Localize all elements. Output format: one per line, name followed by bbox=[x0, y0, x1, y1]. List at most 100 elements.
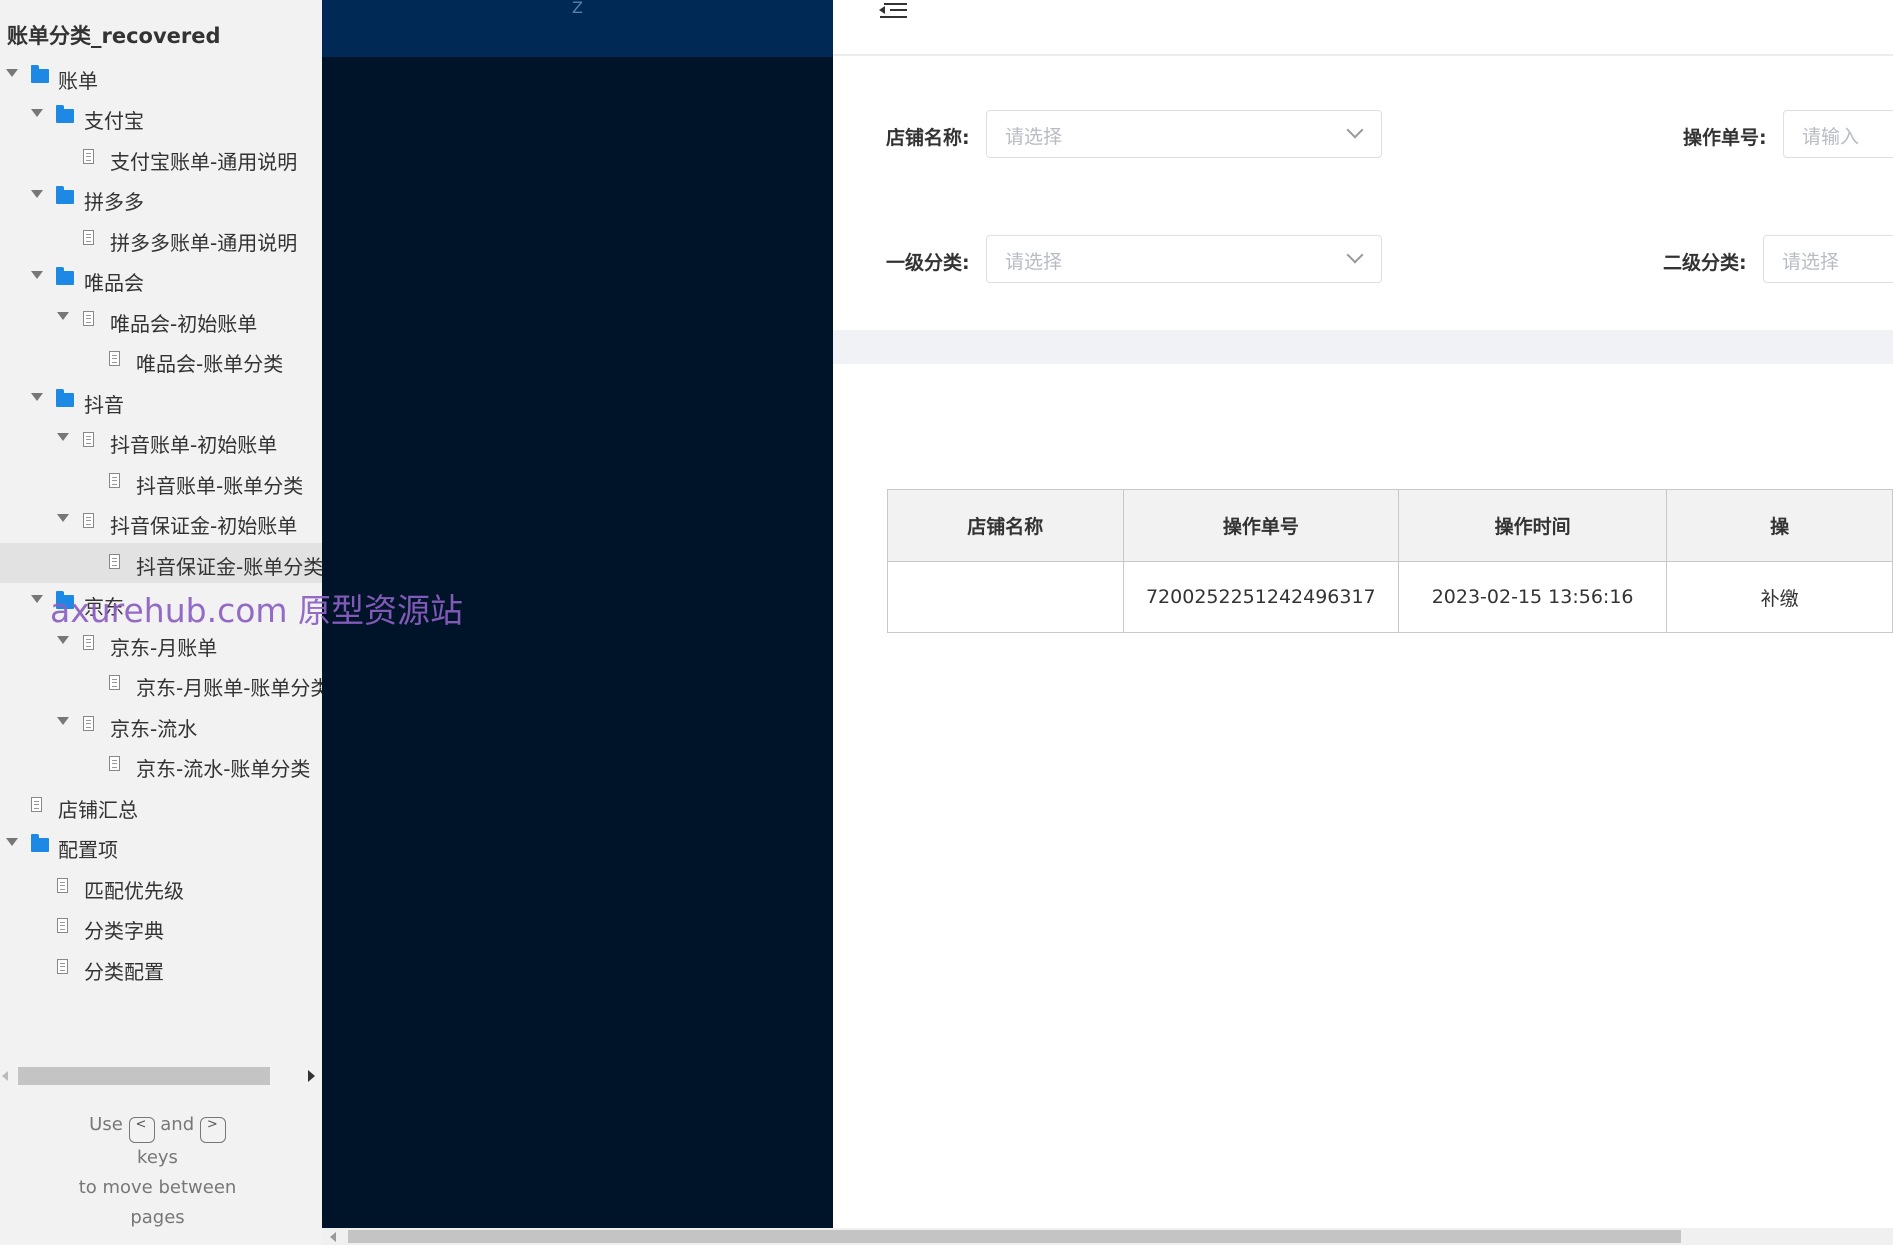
chevron-down-icon bbox=[1346, 121, 1364, 139]
column-header[interactable]: 操作单号 bbox=[1122, 489, 1400, 562]
tree-node-label: 支付宝账单-通用说明 bbox=[110, 150, 298, 174]
hint-text: pages bbox=[130, 1207, 185, 1228]
page-icon bbox=[83, 716, 94, 731]
page-icon bbox=[83, 432, 94, 447]
column-header[interactable]: 店铺名称 bbox=[887, 489, 1124, 562]
tree-node-vipshop[interactable]: 唯品会 bbox=[0, 259, 322, 299]
folder-icon bbox=[31, 65, 49, 83]
tree-node-douyin-classify[interactable]: 抖音账单-账单分类 bbox=[0, 462, 322, 502]
data-table: 店铺名称 操作单号 操作时间 操 7200252251242496317 202… bbox=[887, 489, 1893, 633]
scrollbar-thumb[interactable] bbox=[348, 1230, 1681, 1243]
tree-node-jd-flow[interactable]: 京东-流水 bbox=[0, 705, 322, 745]
caret-down-icon[interactable] bbox=[31, 271, 43, 279]
tree-node-jd-monthly-classify[interactable]: 京东-月账单-账单分类 bbox=[0, 664, 322, 704]
page-icon bbox=[109, 473, 120, 488]
tree-node-pinduoduo[interactable]: 拼多多 bbox=[0, 178, 322, 218]
sitemap-horizontal-scrollbar[interactable] bbox=[0, 1065, 322, 1087]
scroll-left-icon[interactable] bbox=[330, 1232, 336, 1242]
tree-node-douyin[interactable]: 抖音 bbox=[0, 381, 322, 421]
section-divider bbox=[833, 330, 1893, 364]
folder-icon bbox=[56, 389, 74, 407]
folder-icon bbox=[56, 105, 74, 123]
table-cell: 7200252251242496317 bbox=[1122, 561, 1400, 633]
caret-down-icon[interactable] bbox=[6, 69, 18, 77]
caret-down-icon[interactable] bbox=[57, 717, 69, 725]
column-header[interactable]: 操 bbox=[1666, 489, 1893, 562]
tree-node-label: 抖音 bbox=[84, 393, 124, 417]
tree-node-douyin-deposit-initial[interactable]: 抖音保证金-初始账单 bbox=[0, 502, 322, 542]
input-placeholder: 请输入 bbox=[1802, 126, 1860, 148]
store-name-label: 店铺名称: bbox=[886, 127, 970, 149]
tree-node-label: 分类字典 bbox=[84, 919, 164, 943]
select-placeholder: 请选择 bbox=[1782, 251, 1840, 273]
level1-category-select[interactable]: 请选择 bbox=[986, 235, 1382, 283]
scrollbar-thumb[interactable] bbox=[18, 1067, 270, 1085]
table-cell: 2023-02-15 13:56:16 bbox=[1398, 561, 1668, 633]
main-content: 店铺名称: 请选择 操作单号: 请输入 一级分类: 请选择 二级分类: 请选择 … bbox=[833, 0, 1893, 1228]
tree-node-bills[interactable]: 账单 bbox=[0, 57, 322, 97]
tree-node-category-dict[interactable]: 分类字典 bbox=[0, 907, 322, 947]
tree-node-vipshop-initial[interactable]: 唯品会-初始账单 bbox=[0, 300, 322, 340]
tree-node-label: 抖音账单-账单分类 bbox=[136, 474, 304, 498]
op-no-input[interactable]: 请输入 bbox=[1783, 110, 1893, 158]
caret-down-icon[interactable] bbox=[57, 312, 69, 320]
tree-node-match-priority[interactable]: 匹配优先级 bbox=[0, 867, 322, 907]
tree-node-douyin-initial[interactable]: 抖音账单-初始账单 bbox=[0, 421, 322, 461]
tree-node-label: 抖音账单-初始账单 bbox=[110, 433, 278, 457]
hint-text: keys bbox=[137, 1147, 178, 1168]
caret-down-icon[interactable] bbox=[31, 595, 43, 603]
caret-down-icon[interactable] bbox=[31, 393, 43, 401]
folder-icon bbox=[56, 267, 74, 285]
caret-down-icon[interactable] bbox=[57, 636, 69, 644]
tree-node-label: 支付宝 bbox=[84, 109, 144, 133]
top-bar bbox=[833, 0, 1893, 56]
level2-category-label: 二级分类: bbox=[1663, 252, 1747, 274]
hint-text: to move between bbox=[78, 1177, 237, 1198]
folder-icon bbox=[31, 834, 49, 852]
page-icon bbox=[83, 513, 94, 528]
caret-down-icon[interactable] bbox=[57, 514, 69, 522]
tree-node-label: 京东-流水-账单分类 bbox=[136, 757, 311, 781]
page-icon bbox=[57, 918, 68, 933]
store-name-select[interactable]: 请选择 bbox=[986, 110, 1382, 158]
prev-key-icon: < bbox=[128, 1117, 155, 1143]
caret-down-icon[interactable] bbox=[6, 838, 18, 846]
tree-node-label: 京东-流水 bbox=[110, 717, 198, 741]
dark-nav-header: Z bbox=[322, 0, 833, 57]
level2-category-select[interactable]: 请选择 bbox=[1763, 235, 1893, 283]
folder-icon bbox=[56, 186, 74, 204]
table-row: 7200252251242496317 2023-02-15 13:56:16 … bbox=[887, 561, 1893, 633]
chevron-down-icon bbox=[1346, 246, 1364, 264]
table-cell: 补缴 bbox=[1666, 561, 1893, 633]
column-header[interactable]: 操作时间 bbox=[1398, 489, 1668, 562]
scroll-left-icon[interactable] bbox=[2, 1071, 8, 1081]
tree-node-vipshop-classify[interactable]: 唯品会-账单分类 bbox=[0, 340, 322, 380]
tree-node-pinduoduo-general[interactable]: 拼多多账单-通用说明 bbox=[0, 219, 322, 259]
tree-node-douyin-deposit-classify[interactable]: 抖音保证金-账单分类 bbox=[0, 543, 322, 583]
watermark: axurehub.com 原型资源站 bbox=[50, 591, 464, 630]
tree-node-label: 京东-月账单-账单分类 bbox=[136, 676, 322, 700]
tree-node-category-config[interactable]: 分类配置 bbox=[0, 948, 322, 988]
page-icon bbox=[109, 756, 120, 771]
tree-node-jd-flow-classify[interactable]: 京东-流水-账单分类 bbox=[0, 745, 322, 785]
caret-down-icon[interactable] bbox=[31, 190, 43, 198]
tree-node-label: 抖音保证金-账单分类 bbox=[136, 555, 322, 579]
tree-node-alipay-general[interactable]: 支付宝账单-通用说明 bbox=[0, 138, 322, 178]
table-header-row: 店铺名称 操作单号 操作时间 操 bbox=[887, 489, 1893, 562]
tree-node-label: 唯品会-账单分类 bbox=[136, 352, 284, 376]
main-horizontal-scrollbar[interactable] bbox=[322, 1228, 1893, 1245]
tree-node-label: 分类配置 bbox=[84, 960, 164, 984]
page-icon bbox=[83, 311, 94, 326]
tree-node-config[interactable]: 配置项 bbox=[0, 826, 322, 866]
tree-node-store-summary[interactable]: 店铺汇总 bbox=[0, 786, 322, 826]
page-icon bbox=[83, 149, 94, 164]
tree-node-label: 唯品会 bbox=[84, 271, 144, 295]
caret-down-icon[interactable] bbox=[57, 433, 69, 441]
menu-collapse-icon[interactable] bbox=[877, 0, 909, 22]
sitemap-title: 账单分类_recovered bbox=[7, 24, 221, 48]
caret-down-icon[interactable] bbox=[31, 109, 43, 117]
scroll-right-icon[interactable] bbox=[308, 1070, 315, 1082]
page-icon bbox=[57, 878, 68, 893]
tree-node-alipay[interactable]: 支付宝 bbox=[0, 97, 322, 137]
keyboard-hint: Use < and > keys to move between pages bbox=[0, 1110, 315, 1233]
